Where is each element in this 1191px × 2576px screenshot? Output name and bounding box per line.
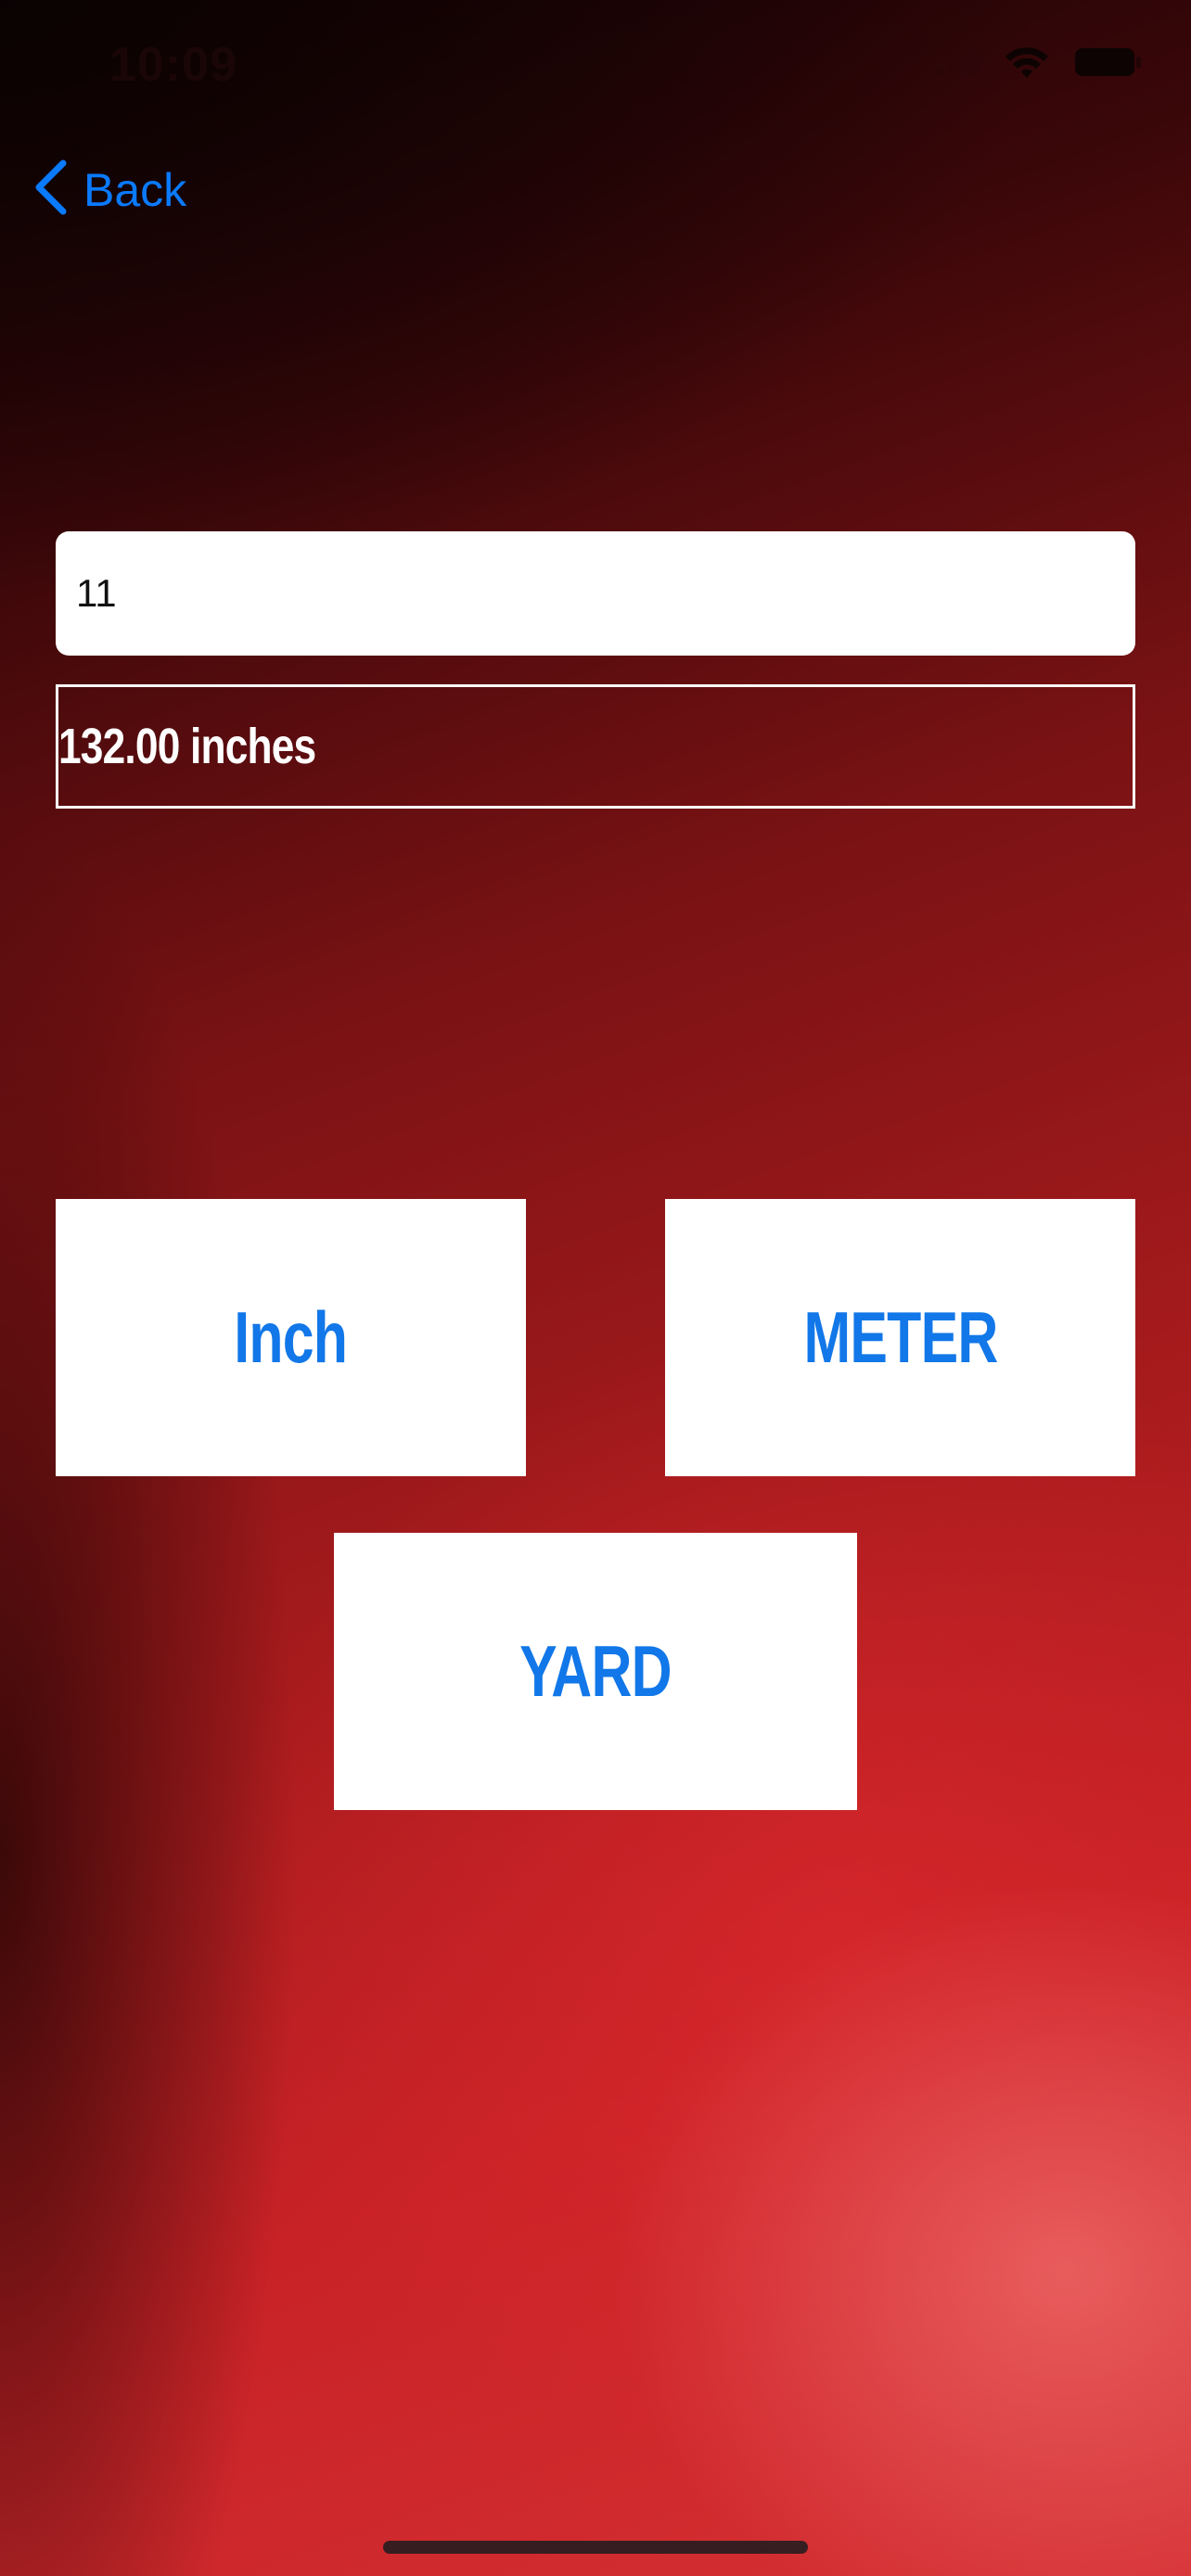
status-icons [936,45,1143,80]
meter-button[interactable]: METER [665,1199,1135,1476]
back-button[interactable]: Back [33,159,186,220]
meter-button-label: METER [802,1296,998,1378]
wifi-icon [1004,45,1050,80]
result-box: 132.00 inches [56,684,1135,809]
cellular-signal-icon [936,48,980,76]
battery-icon [1074,46,1143,78]
number-input[interactable] [56,531,1135,656]
inch-button-label: Inch [234,1296,349,1378]
home-indicator[interactable] [383,2541,808,2554]
yard-button[interactable]: YARD [334,1533,857,1810]
chevron-left-icon [33,159,69,220]
status-time: 10:09 [109,38,237,92]
inch-button[interactable]: Inch [56,1199,526,1476]
yard-button-label: YARD [519,1630,672,1712]
back-label: Back [83,163,187,216]
result-text: 132.00 inches [58,719,316,774]
